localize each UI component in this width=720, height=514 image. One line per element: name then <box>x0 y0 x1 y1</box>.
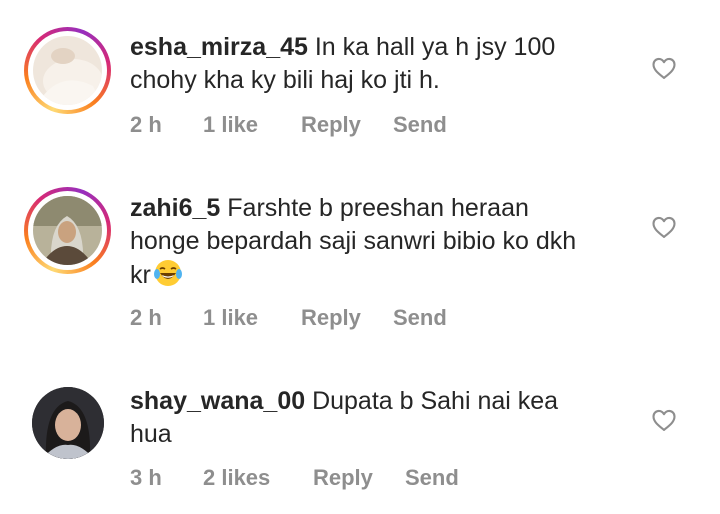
laughing-tears-emoji-icon <box>153 260 182 286</box>
comment-username[interactable]: esha_mirza_45 <box>130 33 308 61</box>
reply-button[interactable]: Reply <box>301 305 361 331</box>
send-button[interactable]: Send <box>393 305 447 331</box>
send-button[interactable]: Send <box>393 112 447 138</box>
comment-likes[interactable]: 1 like <box>203 112 258 138</box>
heart-icon[interactable] <box>650 213 678 241</box>
avatar-story-ring[interactable] <box>24 187 111 274</box>
reply-button[interactable]: Reply <box>313 465 373 491</box>
comment-likes[interactable]: 2 likes <box>203 465 270 491</box>
heart-icon[interactable] <box>650 54 678 82</box>
comment-time: 2 h <box>130 305 162 330</box>
reply-button[interactable]: Reply <box>301 112 361 138</box>
avatar-story-ring[interactable] <box>24 27 111 114</box>
avatar[interactable] <box>32 387 104 459</box>
comment-text: shay_wana_00 Dupata b Sahi nai kea hua <box>130 385 600 451</box>
comment-time: 3 h <box>130 465 162 490</box>
heart-icon[interactable] <box>650 406 678 434</box>
comment-likes[interactable]: 1 like <box>203 305 258 331</box>
avatar <box>33 36 102 105</box>
comment-time: 2 h <box>130 112 162 137</box>
send-button[interactable]: Send <box>405 465 459 491</box>
comment-text: esha_mirza_45 In ka hall ya h jsy 100 ch… <box>130 31 600 97</box>
comment-text: zahi6_5 Farshte b preeshan heraan honge … <box>130 192 600 292</box>
comment-username[interactable]: zahi6_5 <box>130 194 220 222</box>
avatar <box>33 196 102 265</box>
comment-username[interactable]: shay_wana_00 <box>130 387 305 415</box>
